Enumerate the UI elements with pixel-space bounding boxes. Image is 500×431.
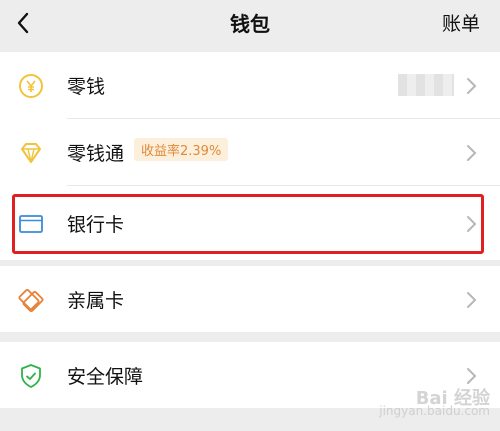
row-label-security: 安全保障 (67, 366, 144, 388)
chevron-right-icon (467, 145, 477, 161)
row-label-family-card: 亲属卡 (67, 290, 125, 312)
divider (67, 185, 500, 186)
watermark-sub: jingyan.baidu.com (379, 404, 490, 418)
page-title: 钱包 (230, 12, 270, 36)
balance-value-blurred (398, 74, 454, 96)
row-label-change-pass: 零钱通 (67, 143, 125, 165)
row-bank-card[interactable]: 银行卡 (0, 190, 500, 256)
chevron-right-icon (467, 368, 477, 384)
row-family-card[interactable]: 亲属卡 (0, 266, 500, 332)
chevron-right-icon (467, 216, 477, 232)
wallet-group-family: 亲属卡 (0, 266, 500, 332)
row-change-pass[interactable]: 零钱通 (0, 119, 500, 185)
bill-button[interactable]: 账单 (442, 9, 480, 36)
row-label-bank-card: 银行卡 (67, 214, 125, 236)
bank-card-icon (19, 215, 43, 233)
chevron-right-icon (467, 292, 477, 308)
nav-bar: 钱包 账单 (0, 0, 500, 46)
family-card-icon (18, 288, 44, 313)
shield-check-icon (21, 364, 41, 388)
row-label-change: 零钱 (67, 76, 106, 98)
diamond-icon (21, 143, 41, 163)
coin-yen-icon (19, 74, 43, 98)
chevron-right-icon (467, 78, 477, 94)
watermark: Bai 经验 jingyan.baidu.com (379, 390, 490, 418)
yield-badge: 收益率2.39% (134, 138, 229, 161)
